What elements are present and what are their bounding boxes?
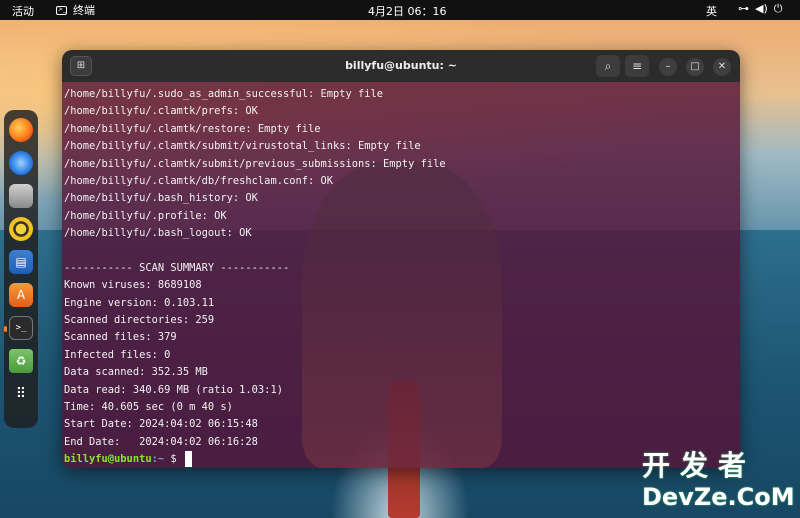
dock-item-terminal[interactable]: >_ [4,316,33,340]
volume-icon: ◀) [755,2,768,15]
terminal-line: End Date: 2024:04:02 06:16:28 [64,435,258,448]
terminal-line: /home/billyfu/.profile: OK [64,209,227,222]
dock-item-rhythmbox[interactable] [9,217,33,241]
terminal-line: Engine version: 0.103.11 [64,296,215,309]
prompt-line: billyfu@ubuntu:~ $ [64,451,724,468]
writer-icon: ▤ [15,255,27,269]
terminal-line: /home/billyfu/.clamtk/submit/previous_su… [64,157,446,170]
dock-item-files[interactable] [9,184,33,208]
terminal-icon: >_ [15,323,27,333]
watermark: 开发者 DevZe.CoM [642,450,800,518]
clock[interactable]: 4月2日 06：16 [368,3,447,19]
input-method-indicator[interactable]: 英 [706,3,717,19]
app-menu[interactable]: >_ 终端 [56,2,95,18]
app-menu-label: 终端 [73,4,95,17]
terminal-window: ⊞ billyfu@ubuntu: ~ ⌕ ≡ – □ ✕ /home/bill… [62,50,740,468]
terminal-line: Start Date: 2024:04:02 06:15:48 [64,418,258,431]
watermark-en: DevZe.CoM [642,483,795,511]
terminal-line: /home/billyfu/.clamtk/db/freshclam.conf:… [64,174,333,187]
minimize-button[interactable]: – [659,58,677,76]
hamburger-menu-icon: ≡ [631,59,643,73]
power-icon: ⏻ [773,2,783,15]
terminal-line: /home/billyfu/.clamtk/submit/virustotal_… [64,140,421,153]
terminal-line: Data read: 340.69 MB (ratio 1.03:1) [64,383,283,396]
dock: ▤ A >_ ♻ ⠿ [4,110,38,428]
dock-item-app-center[interactable]: A [9,283,33,307]
terminal-icon: >_ [56,5,67,15]
maximize-icon: □ [690,61,700,72]
search-icon: ⌕ [604,59,612,73]
dock-item-writer[interactable]: ▤ [9,250,33,274]
maximize-button[interactable]: □ [686,58,704,76]
terminal-line: /home/billyfu/.bash_history: OK [64,192,258,205]
dock-item-trash[interactable]: ♻ [9,349,33,373]
terminal-lines: /home/billyfu/.sudo_as_admin_successful:… [64,86,724,468]
trash-icon: ♻ [15,354,27,368]
activities-button[interactable]: 活动 [12,3,34,19]
terminal-line: Time: 40.605 sec (0 m 40 s) [64,401,233,414]
prompt-symbol: $ [170,453,177,466]
terminal-line: Known viruses: 8689108 [64,279,202,292]
apps-grid-icon: ⠿ [15,386,27,402]
terminal-line: Data scanned: 352.35 MB [64,366,208,379]
menu-button[interactable]: ≡ [625,55,649,77]
store-icon: A [16,288,26,302]
system-tray[interactable]: ⊶ ◀) ⏻ [738,2,782,16]
network-icon: ⊶ [738,2,749,15]
text-cursor [184,451,192,468]
dock-item-thunderbird[interactable] [9,151,33,175]
terminal-line: /home/billyfu/.bash_logout: OK [64,227,252,240]
minimize-icon: – [665,61,671,72]
terminal-line: Scanned files: 379 [64,331,177,344]
terminal-line: Scanned directories: 259 [64,314,215,327]
watermark-cn: 开发者 [642,449,757,482]
dock-item-firefox[interactable] [9,118,33,142]
close-icon: ✕ [717,61,727,72]
prompt-user: billyfu@ubuntu [64,453,152,466]
dock-item-show-apps[interactable]: ⠿ [9,382,33,406]
terminal-line: /home/billyfu/.sudo_as_admin_successful:… [64,88,384,100]
title-bar[interactable]: ⊞ billyfu@ubuntu: ~ ⌕ ≡ – □ ✕ [62,50,740,82]
close-button[interactable]: ✕ [713,58,731,76]
terminal-line: ----------- SCAN SUMMARY ----------- [64,261,290,274]
terminal-output[interactable]: /home/billyfu/.sudo_as_admin_successful:… [62,82,740,468]
prompt-path: :~ [151,453,165,466]
top-bar: 活动 >_ 终端 4月2日 06：16 英 ⊶ ◀) ⏻ [0,0,800,20]
search-button[interactable]: ⌕ [596,55,620,77]
terminal-line: Infected files: 0 [64,348,171,361]
terminal-line: /home/billyfu/.clamtk/prefs: OK [64,105,258,118]
terminal-line: /home/billyfu/.clamtk/restore: Empty fil… [64,122,321,135]
